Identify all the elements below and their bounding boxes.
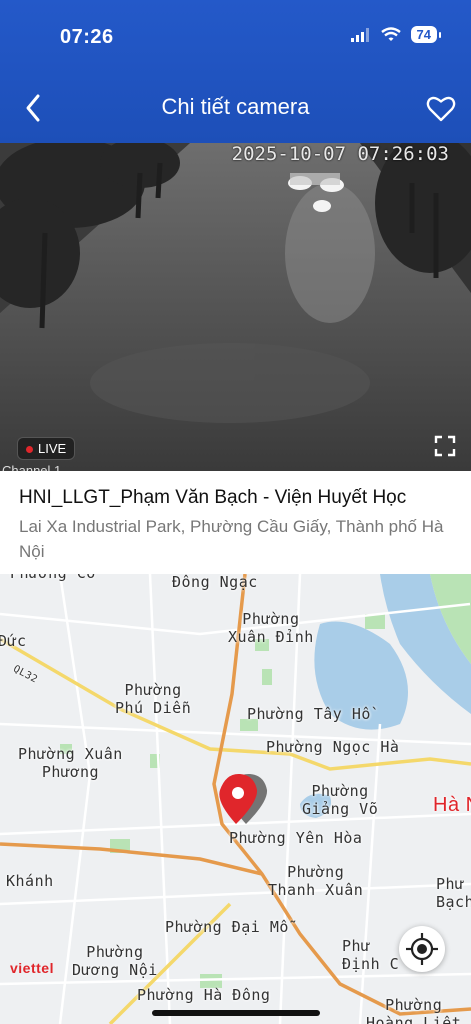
map-label: Phường Giảng Võ [302, 782, 379, 818]
map-view[interactable]: Phường Cổ Đông Ngạc Phường Xuân Đỉnh Đức… [0, 574, 471, 1024]
app-header: 07:26 74 Chi tiết camera [0, 0, 471, 143]
map-label: Hà N [433, 794, 471, 816]
locate-button[interactable] [399, 926, 445, 972]
map-label: Phường Hà Đông [137, 986, 271, 1004]
map-label: Phường Tây Hồ [247, 705, 371, 723]
signal-icon [350, 27, 369, 42]
home-indicator [152, 1010, 320, 1016]
map-label: Phường Yên Hòa [229, 829, 363, 847]
camera-name: HNI_LLGT_Phạm Văn Bạch - Viện Huyết Học [19, 487, 407, 508]
camera-pin [219, 773, 268, 824]
fullscreen-icon [434, 435, 456, 457]
wifi-icon [380, 27, 401, 41]
map-label: Đức [0, 632, 27, 650]
camera-info: HNI_LLGT_Phạm Văn Bạch - Viện Huyết Học … [0, 471, 471, 574]
map-label: Phường Ngọc Hà [266, 738, 400, 756]
status-icons: 74 [350, 26, 442, 43]
map-label: Phường Thanh Xuân [268, 863, 364, 899]
fullscreen-button[interactable] [433, 434, 457, 458]
camera-video[interactable]: 2025-10-07 07:26:03 LIVE Channel 1 [0, 143, 471, 471]
crosshair-icon [406, 933, 438, 965]
map-label: Phường Xuân Phương [18, 745, 123, 781]
map-label: Phường Phú Diễn [115, 681, 192, 717]
map-label: Phường Xuân Đỉnh [228, 610, 314, 646]
map-label: Phư Định C [342, 937, 400, 973]
heart-icon [426, 96, 456, 122]
map-label: Khánh [6, 872, 54, 890]
battery-indicator: 74 [410, 26, 442, 43]
video-timestamp: 2025-10-07 07:26:03 [231, 143, 449, 165]
map-label: Phường Cổ [10, 574, 96, 582]
live-badge: LIVE [17, 437, 76, 460]
map-label: Phư Bạch [436, 875, 471, 911]
status-time: 07:26 [60, 26, 114, 48]
map-label: Đông Ngạc [172, 574, 258, 591]
page-title: Chi tiết camera [161, 94, 310, 119]
camera-address: Lai Xa Industrial Park, Phường Cầu Giấy,… [19, 517, 444, 561]
camera-frame [0, 143, 471, 471]
favorite-button[interactable] [425, 93, 457, 125]
map-label: Phường Đại Mỗ [165, 918, 289, 936]
channel-label: Channel 1 [2, 463, 62, 471]
map-label: Phường Hoàng Liệt [366, 996, 462, 1024]
map-label: Phường Dương Nội [72, 943, 158, 979]
map-brand-logo: viettel [10, 960, 54, 976]
